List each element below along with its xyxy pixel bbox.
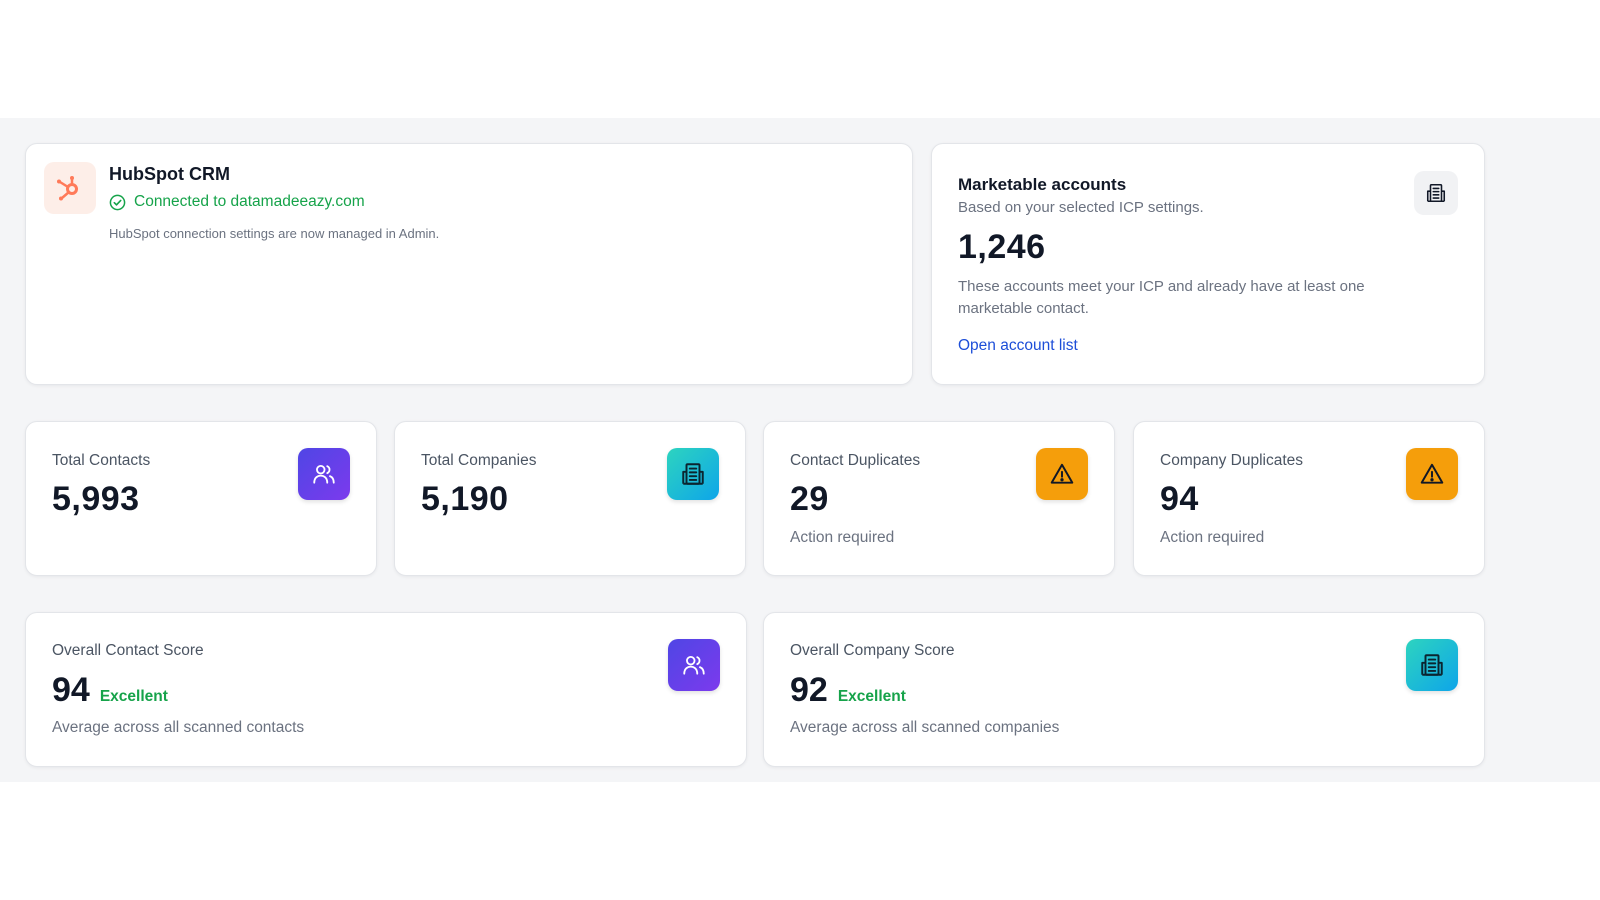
connection-status-text: Connected to datamadeeazy.com [134,193,365,210]
marketable-description: These accounts meet your ICP and already… [958,278,1365,317]
score-rating: Excellent [99,688,168,705]
stat-value: 5,993 [52,480,140,518]
score-row: 92 Excellent [790,671,906,710]
marketable-count: 1,246 [958,228,1046,266]
warning-icon [1036,448,1088,500]
score-row: 94 Excellent [52,671,168,710]
score-note: Average across all scanned contacts [52,719,305,736]
score-card-contacts: Overall Contact Score 94 Excellent Avera… [25,612,747,767]
score-rating: Excellent [837,688,906,705]
stat-value: 5,190 [421,480,509,518]
stat-card-total-companies: Total Companies 5,190 [394,421,746,576]
stat-card-company-duplicates: Company Duplicates 94 Action required [1133,421,1485,576]
stat-value: 94 [1160,480,1199,518]
hubspot-card: HubSpot CRM Connected to datamadeeazy.co… [25,143,913,385]
action-required-note: Action required [790,529,895,546]
action-required-note: Action required [1160,529,1265,546]
score-note: Average across all scanned companies [790,719,1060,736]
marketable-title: Marketable accounts [958,175,1127,194]
hubspot-logo-icon [44,162,96,214]
marketable-accounts-card: Marketable accounts Based on your select… [931,143,1485,385]
score-card-companies: Overall Company Score 92 Excellent Avera… [763,612,1485,767]
score-value: 94 [52,671,90,709]
stat-label: Contact Duplicates [790,452,921,469]
stat-label: Total Contacts [52,452,151,469]
marketable-subtitle: Based on your selected ICP settings. [958,199,1204,216]
stat-card-contact-duplicates: Contact Duplicates 29 Action required [763,421,1115,576]
warning-icon [1406,448,1458,500]
score-value: 92 [790,671,828,709]
users-icon [668,639,720,691]
open-account-list-link[interactable]: Open account list [958,337,1078,355]
score-label: Overall Contact Score [52,642,204,659]
check-circle-icon [109,194,126,211]
score-label: Overall Company Score [790,642,955,659]
building-icon [1414,171,1458,215]
stat-value: 29 [790,480,829,518]
building-icon [1406,639,1458,691]
users-icon [298,448,350,500]
hubspot-title: HubSpot CRM [109,164,230,184]
hubspot-admin-note: HubSpot connection settings are now mana… [109,226,440,241]
stat-label: Company Duplicates [1160,452,1304,469]
stat-card-total-contacts: Total Contacts 5,993 [25,421,377,576]
connection-status: Connected to datamadeeazy.com [109,193,365,211]
stat-label: Total Companies [421,452,537,469]
building-icon [667,448,719,500]
